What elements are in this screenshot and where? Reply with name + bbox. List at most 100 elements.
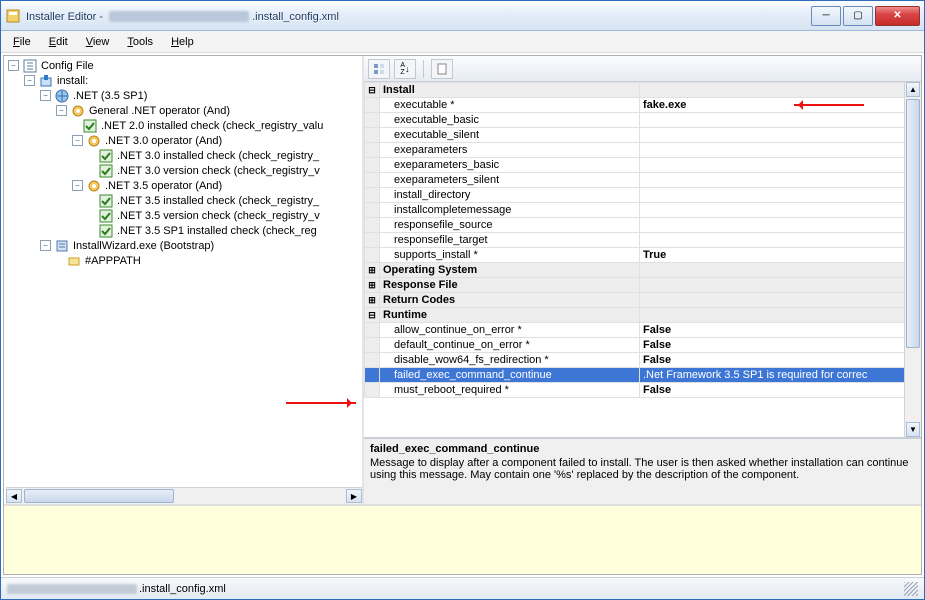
categorized-button[interactable] (368, 59, 390, 79)
check-icon (98, 148, 114, 164)
gear-icon (70, 103, 86, 119)
property-key: executable_silent (380, 128, 640, 143)
alphabetical-button[interactable]: AZ↓ (394, 59, 416, 79)
property-key: responsefile_target (380, 233, 640, 248)
tree-n35op[interactable]: .NET 3.5 operator (And) (105, 180, 222, 192)
scroll-thumb[interactable] (906, 99, 920, 348)
property-row[interactable]: allow_continue_on_error *False (365, 323, 921, 338)
description-body: Message to display after a component fai… (370, 457, 915, 481)
category-row[interactable]: ⊞Return Codes (365, 293, 921, 308)
property-row[interactable]: executable_silent (365, 128, 921, 143)
category-row[interactable]: ⊞Operating System (365, 263, 921, 278)
resize-grip-icon[interactable] (904, 582, 918, 596)
property-value[interactable]: False (640, 338, 921, 353)
tree-n30v[interactable]: .NET 3.0 version check (check_registry_v (117, 165, 320, 177)
property-key: responsefile_source (380, 218, 640, 233)
menu-tools[interactable]: Tools (119, 34, 161, 50)
property-value[interactable] (640, 218, 921, 233)
property-row[interactable]: responsefile_source (365, 218, 921, 233)
tree-install[interactable]: install: (57, 75, 88, 87)
scroll-up-icon[interactable]: ▲ (906, 82, 920, 97)
property-row[interactable]: exeparameters_silent (365, 173, 921, 188)
window-title: Installer Editor - .install_config.xml (26, 9, 339, 23)
property-row[interactable]: failed_exec_command_continue.Net Framewo… (365, 368, 921, 383)
property-pages-button[interactable] (431, 59, 453, 79)
annotation-arrow (286, 402, 356, 404)
property-value[interactable] (640, 128, 921, 143)
tree-n20[interactable]: .NET 2.0 installed check (check_registry… (101, 120, 323, 132)
property-row[interactable]: responsefile_target (365, 233, 921, 248)
scroll-left-icon[interactable]: ◀ (6, 489, 22, 503)
property-value[interactable]: False (640, 353, 921, 368)
property-value[interactable] (640, 203, 921, 218)
tree-apppath[interactable]: #APPPATH (85, 255, 141, 267)
menubar: FFileile Edit View Tools Help (1, 31, 924, 53)
check-icon (98, 163, 114, 179)
property-key: installcompletemessage (380, 203, 640, 218)
property-value[interactable] (640, 233, 921, 248)
tree-general-op[interactable]: General .NET operator (And) (89, 105, 230, 117)
gear-icon (86, 178, 102, 194)
tree-panel[interactable]: −Config File −install: −.NET (3.5 SP1) −… (4, 56, 364, 504)
property-key: install_directory (380, 188, 640, 203)
config-icon (22, 58, 38, 74)
property-value[interactable] (640, 158, 921, 173)
scroll-down-icon[interactable]: ▼ (906, 422, 920, 437)
tree-n35sp[interactable]: .NET 3.5 SP1 installed check (check_reg (117, 225, 317, 237)
output-panel[interactable] (4, 504, 921, 574)
titlebar[interactable]: Installer Editor - .install_config.xml ─… (1, 1, 924, 31)
property-value[interactable]: fake.exe (640, 98, 921, 113)
property-key: must_reboot_required * (380, 383, 640, 398)
property-row[interactable]: exeparameters_basic (365, 158, 921, 173)
property-row[interactable]: must_reboot_required *False (365, 383, 921, 398)
property-value[interactable]: True (640, 248, 921, 263)
scroll-right-icon[interactable]: ▶ (346, 489, 362, 503)
property-value[interactable] (640, 113, 921, 128)
tree-wiz[interactable]: InstallWizard.exe (Bootstrap) (73, 240, 214, 252)
minimize-button[interactable]: ─ (811, 6, 841, 26)
category-row[interactable]: ⊟Install (365, 83, 921, 98)
check-icon (82, 118, 98, 134)
property-key: default_continue_on_error * (380, 338, 640, 353)
property-row[interactable]: supports_install *True (365, 248, 921, 263)
net-icon (54, 88, 70, 104)
property-value[interactable] (640, 173, 921, 188)
menu-file[interactable]: FFileile (5, 34, 39, 50)
property-description: failed_exec_command_continue Message to … (364, 438, 921, 504)
tree-hscrollbar[interactable]: ◀ ▶ (6, 487, 362, 504)
property-key: disable_wow64_fs_redirection * (380, 353, 640, 368)
property-value[interactable]: .Net Framework 3.5 SP1 is required for c… (640, 368, 921, 383)
close-button[interactable]: ✕ (875, 6, 920, 26)
property-value[interactable]: False (640, 383, 921, 398)
menu-view[interactable]: View (78, 34, 118, 50)
check-icon (98, 208, 114, 224)
tree-net[interactable]: .NET (3.5 SP1) (73, 90, 147, 102)
expand-icon[interactable]: − (8, 60, 19, 71)
tree-n30op[interactable]: .NET 3.0 operator (And) (105, 135, 222, 147)
scroll-thumb[interactable] (24, 489, 174, 503)
tree-root[interactable]: Config File (41, 60, 94, 72)
property-toolbar: AZ↓ (364, 56, 921, 82)
property-row[interactable]: disable_wow64_fs_redirection *False (365, 353, 921, 368)
app-window: Installer Editor - .install_config.xml ─… (0, 0, 925, 600)
property-value[interactable] (640, 188, 921, 203)
property-grid[interactable]: ⊟Installexecutable *fake.exeexecutable_b… (364, 82, 921, 438)
property-row[interactable]: exeparameters (365, 143, 921, 158)
property-row[interactable]: installcompletemessage (365, 203, 921, 218)
check-icon (98, 223, 114, 239)
app-icon (5, 8, 21, 24)
menu-edit[interactable]: Edit (41, 34, 76, 50)
property-row[interactable]: install_directory (365, 188, 921, 203)
menu-help[interactable]: Help (163, 34, 202, 50)
tree-n35v[interactable]: .NET 3.5 version check (check_registry_v (117, 210, 320, 222)
category-row[interactable]: ⊟Runtime (365, 308, 921, 323)
tree-n35i[interactable]: .NET 3.5 installed check (check_registry… (117, 195, 319, 207)
tree-n30i[interactable]: .NET 3.0 installed check (check_registry… (117, 150, 319, 162)
property-value[interactable]: False (640, 323, 921, 338)
maximize-button[interactable]: ▢ (843, 6, 873, 26)
grid-vscrollbar[interactable]: ▲ ▼ (904, 82, 921, 437)
property-row[interactable]: default_continue_on_error *False (365, 338, 921, 353)
property-row[interactable]: executable_basic (365, 113, 921, 128)
category-row[interactable]: ⊞Response File (365, 278, 921, 293)
property-value[interactable] (640, 143, 921, 158)
